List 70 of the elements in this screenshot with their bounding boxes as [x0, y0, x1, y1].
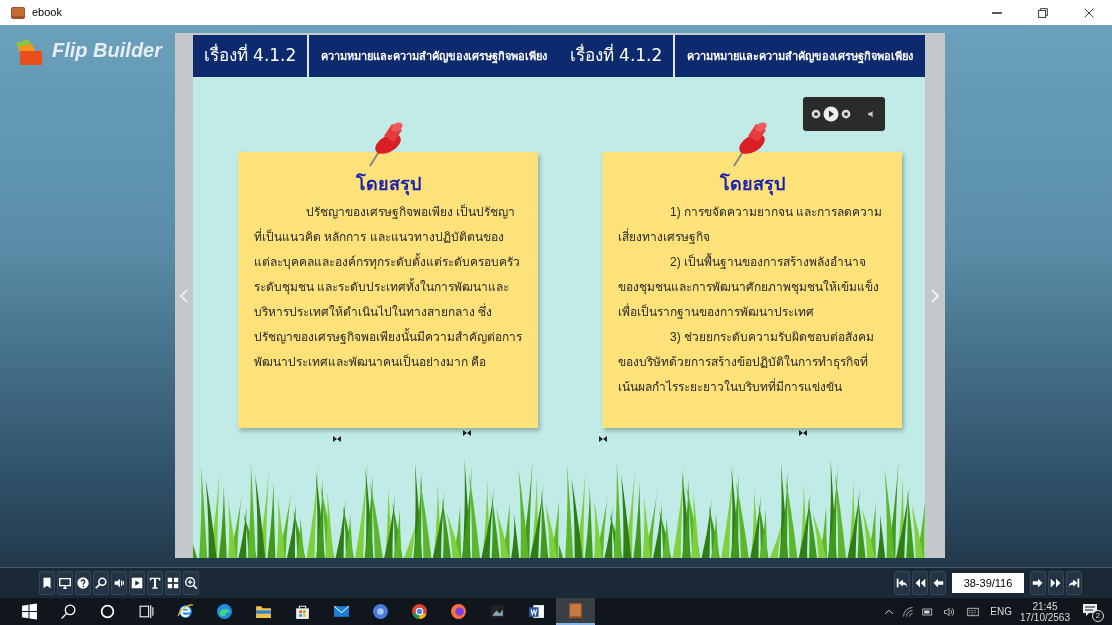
shopping-bag-icon	[294, 603, 311, 620]
volume-icon	[942, 605, 957, 618]
left-chevron-icon	[179, 288, 189, 303]
note-paragraph: 2) เป็นพื้นฐานของการสร้างพลังอำนาจของชุมชนและการพัฒนาศักยภาพชุมชนให้เข้มแข็งเพื่อเป็นรากฐานของการพัฒนาประเทศ	[618, 252, 880, 321]
window-title: ebook	[32, 5, 62, 21]
search-icon	[94, 576, 108, 590]
play-icon	[130, 576, 144, 590]
page-number-field[interactable]: 38-39/116	[952, 573, 1024, 593]
book-icon	[10, 4, 26, 21]
round-app-icon	[411, 603, 428, 620]
note-paragraph: ปรัชญาของเศรษฐกิจพอเพียง เป็นปรัชญาที่เป็นแนวคิด หลักการ และแนวทางปฏิบัติตนของแต่ละบุคคลและองค์กรทุกระดับตั้งแต่ระดับครอบครัว ระดับชุมชน และระดับประเทศทั้งในการพัฒนาและบริหารประเทศให้ดำเนินไปในทางสายกลาง ซึ่งปรัชญาของเศรษฐกิจพอเพียงนั้นมีความสำคัญต่อการพัฒนาประเทศและพัฒนาคนเป็นอย่างมาก คือ	[254, 203, 522, 371]
note-heading: โดยสรุป	[355, 172, 421, 196]
language-indicator[interactable]: ENG	[990, 604, 1012, 619]
play-icon	[823, 106, 839, 122]
grid-icon	[166, 576, 180, 590]
e-letter-icon	[177, 603, 194, 620]
double-left-arrow-icon	[913, 576, 927, 590]
monitor-icon	[58, 576, 72, 590]
search-icon	[60, 603, 77, 620]
toolbar-button[interactable]	[894, 571, 910, 595]
notification-icon	[1082, 601, 1098, 618]
circle-icon	[99, 603, 116, 620]
toolbar-button[interactable]	[147, 571, 163, 595]
envelope-icon	[333, 603, 350, 620]
note-paragraph: 1) การขจัดความยากจน และการลดความเสี่ยงทางเศรษฐกิจ	[618, 204, 884, 246]
minimize-icon	[992, 11, 1002, 14]
round-app-icon	[372, 603, 389, 620]
toolbar-button[interactable]	[183, 571, 199, 595]
image-icon	[489, 603, 506, 620]
toolbar-button[interactable]	[75, 571, 91, 595]
logo-text: Flip Builder	[52, 38, 162, 63]
last-page-icon	[1067, 576, 1081, 590]
note-paragraph: 3) ช่วยยกระดับความรับผิดชอบต่อสังคมของบริษัทด้วยการสร้างข้อปฏิบัติในการทำธุรกิจที่เน้นผลกำไรระยะยาวในบริบทที่มีการแข่งขัน	[618, 329, 875, 396]
toolbar-button[interactable]	[912, 571, 928, 595]
topic-title: ความหมายและความสำคัญของเศรษฐกิจพอเพียง	[320, 48, 548, 65]
task-view-icon	[138, 603, 155, 620]
toolbar-button[interactable]	[1030, 571, 1046, 595]
note-heading: โดยสรุป	[719, 172, 785, 196]
topic-number: เรื่องที่ 4.1.2	[568, 43, 664, 68]
clock-date[interactable]: 17/10/2563	[1019, 611, 1070, 623]
double-right-arrow-icon	[1049, 576, 1063, 590]
toolbar-button[interactable]	[129, 571, 145, 595]
folder-icon	[255, 603, 272, 620]
audio-player[interactable]	[803, 97, 885, 131]
windows-icon	[21, 603, 38, 620]
topic-number: เรื่องที่ 4.1.2	[202, 43, 298, 68]
wave-circle-icon	[216, 603, 233, 620]
document-icon	[528, 603, 545, 620]
right-chevron-icon	[930, 288, 940, 303]
topic-title: ความหมายและความสำคัญของเศรษฐกิจพอเพียง	[686, 48, 914, 65]
restore-icon	[1036, 5, 1050, 20]
toolbar-button[interactable]	[1066, 571, 1082, 595]
toolbar-button[interactable]	[930, 571, 946, 595]
text-icon	[148, 576, 162, 590]
speaker-icon	[112, 576, 126, 590]
first-page-icon	[895, 576, 909, 590]
left-arrow-icon	[931, 576, 945, 590]
toolbar-button[interactable]	[39, 571, 55, 595]
wifi-icon	[902, 605, 915, 618]
toolbar-button[interactable]	[57, 571, 73, 595]
zoom-in-icon	[184, 576, 198, 590]
right-arrow-icon	[1031, 576, 1045, 590]
help-icon	[76, 576, 90, 590]
book-icon	[567, 602, 584, 619]
toolbar-button[interactable]	[111, 571, 127, 595]
toolbar-button[interactable]	[165, 571, 181, 595]
battery-icon	[922, 605, 935, 618]
toolbar-button[interactable]	[1048, 571, 1064, 595]
toolbar-button[interactable]	[93, 571, 109, 595]
clock-time[interactable]: 21:45	[1032, 600, 1058, 612]
